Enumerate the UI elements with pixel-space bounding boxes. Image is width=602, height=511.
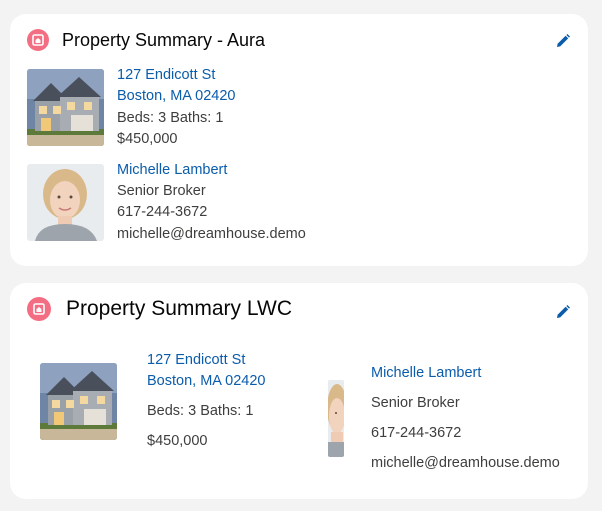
- broker-phone: 617-244-3672: [371, 425, 462, 441]
- broker-title: Senior Broker: [371, 395, 460, 411]
- broker-email: michelle@dreamhouse.demo: [117, 226, 306, 242]
- property-summary-aura-card: Property Summary - Aura 127 Endicott St …: [10, 14, 588, 266]
- broker-photo: [27, 164, 104, 241]
- property-address-street-link[interactable]: 127 Endicott St: [117, 65, 215, 86]
- home-icon: [27, 297, 51, 321]
- property-summary-lwc-card: Property Summary LWC 127 Endicott St Bos…: [10, 283, 588, 499]
- home-icon: [27, 29, 49, 51]
- property-photo: [40, 363, 117, 440]
- broker-email: michelle@dreamhouse.demo: [371, 455, 560, 471]
- property-address-city-link[interactable]: Boston, MA 02420: [117, 86, 236, 107]
- edit-pencil-icon[interactable]: [555, 304, 571, 320]
- property-address-street-link[interactable]: 127 Endicott St: [147, 350, 245, 371]
- broker-name-link[interactable]: Michelle Lambert: [117, 160, 227, 181]
- property-address-city-link[interactable]: Boston, MA 02420: [147, 371, 266, 392]
- card-title: Property Summary - Aura: [62, 30, 266, 50]
- property-photo: [27, 69, 104, 146]
- property-beds-baths: Beds: 3 Baths: 1: [117, 110, 224, 126]
- card-title: Property Summary LWC: [66, 297, 292, 320]
- broker-title: Senior Broker: [117, 183, 206, 199]
- broker-photo: [328, 380, 344, 457]
- property-price: $450,000: [117, 131, 178, 147]
- broker-phone: 617-244-3672: [117, 204, 208, 220]
- property-price: $450,000: [147, 433, 208, 449]
- broker-name-link[interactable]: Michelle Lambert: [371, 363, 481, 384]
- property-beds-baths: Beds: 3 Baths: 1: [147, 403, 254, 419]
- edit-pencil-icon[interactable]: [555, 33, 571, 49]
